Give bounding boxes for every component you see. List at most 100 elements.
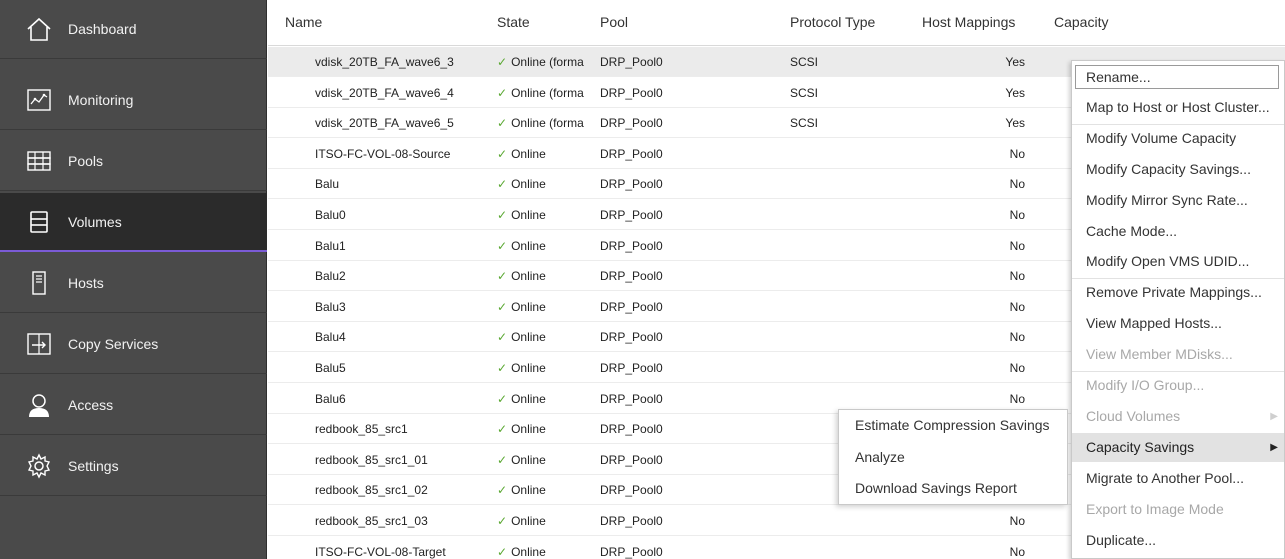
sidebar-item-hosts[interactable]: Hosts [0,254,267,313]
menu-item-view-member-mdisks: View Member MDisks... [1072,340,1284,369]
state-text: Online [511,453,546,467]
menu-item-duplicate[interactable]: Duplicate... [1072,526,1284,555]
cell-name: Balu1 [315,239,346,253]
cell-protocol-type: SCSI [790,116,819,130]
capacity-savings-submenu: Estimate Compression Savings Analyze Dow… [838,409,1068,505]
sidebar-item-settings[interactable]: Settings [0,437,267,496]
online-check-icon: ✓ [497,55,508,69]
menu-item-label: Duplicate... [1086,532,1157,548]
cell-protocol-type: SCSI [790,86,819,100]
sidebar-item-volumes[interactable]: Volumes [0,193,267,252]
cell-name: redbook_85_src1_02 [315,483,428,497]
state-text: Online [511,483,546,497]
state-text: Online [511,269,546,283]
state-text: Online (forma [511,55,584,69]
cell-name: ITSO-FC-VOL-08-Target [315,545,446,559]
cell-name: redbook_85_src1 [315,422,408,436]
menu-item-modify-volume-capacity[interactable]: Modify Volume Capacity [1072,124,1284,153]
sidebar-item-copy-services[interactable]: Copy Services [0,315,267,374]
menu-item-label: Modify Mirror Sync Rate... [1086,192,1248,208]
column-header-state[interactable]: State [497,0,530,46]
menu-item-estimate-compression-savings[interactable]: Estimate Compression Savings [839,410,1067,440]
menu-item-label: Migrate to Another Pool... [1086,470,1244,486]
column-header-host-mappings[interactable]: Host Mappings [922,0,1015,46]
online-check-icon: ✓ [497,300,508,314]
state-text: Online [511,177,546,191]
cell-name: Balu0 [315,208,346,222]
cell-host-mappings: No [1009,361,1025,375]
column-header-name[interactable]: Name [285,0,322,46]
volumes-icon [26,209,52,235]
sidebar-item-access[interactable]: Access [0,376,267,435]
state-text: Online [511,300,546,314]
sidebar-item-label: Volumes [68,213,122,230]
cell-host-mappings: No [1009,514,1025,528]
column-header-protocol-type[interactable]: Protocol Type [790,0,875,46]
menu-item-modify-open-vms-udid[interactable]: Modify Open VMS UDID... [1072,247,1284,276]
sidebar-item-monitoring[interactable]: Monitoring [0,71,267,130]
menu-item-map-to-host-or-host-cluster[interactable]: Map to Host or Host Cluster... [1072,93,1284,122]
cell-pool: DRP_Pool0 [600,55,663,69]
cell-state: ✓ Online [497,506,597,536]
menu-item-capacity-savings[interactable]: Capacity Savings ▶ [1072,433,1284,462]
cell-host-mappings: No [1009,239,1025,253]
cell-state: ✓ Online [497,139,597,169]
menu-item-rename[interactable]: Rename... [1075,65,1279,89]
cell-host-mappings: Yes [1005,55,1025,69]
menu-item-label: Remove Private Mappings... [1086,284,1262,300]
cell-state: ✓ Online [497,414,597,444]
cell-name: vdisk_20TB_FA_wave6_4 [315,86,454,100]
copy-services-icon [26,331,52,357]
menu-item-migrate-to-another-pool[interactable]: Migrate to Another Pool... [1072,464,1284,493]
menu-item-download-savings-report[interactable]: Download Savings Report [839,473,1067,503]
menu-item-analyze[interactable]: Analyze [839,442,1067,472]
state-text: Online [511,514,546,528]
cell-name: ITSO-FC-VOL-08-Source [315,147,451,161]
menu-item-cache-mode[interactable]: Cache Mode... [1072,217,1284,246]
cell-pool: DRP_Pool0 [600,545,663,559]
online-check-icon: ✓ [497,147,508,161]
cell-state: ✓ Online [497,537,597,559]
cell-name: Balu3 [315,300,346,314]
menu-item-label: Modify Capacity Savings... [1086,161,1251,177]
cell-state: ✓ Online [497,169,597,199]
cell-host-mappings: No [1009,300,1025,314]
menu-item-label: View Member MDisks... [1086,346,1233,362]
cell-pool: DRP_Pool0 [600,239,663,253]
menu-item-modify-mirror-sync-rate[interactable]: Modify Mirror Sync Rate... [1072,186,1284,215]
sidebar: Dashboard Monitoring Pools Volumes Hosts… [0,0,267,559]
column-header-pool[interactable]: Pool [600,0,628,46]
state-text: Online [511,147,546,161]
cell-host-mappings: Yes [1005,116,1025,130]
state-text: Online (forma [511,116,584,130]
online-check-icon: ✓ [497,239,508,253]
menu-item-modify-i-o-group: Modify I/O Group... [1072,371,1284,400]
online-check-icon: ✓ [497,177,508,191]
state-text: Online [511,330,546,344]
sidebar-item-label: Dashboard [68,21,137,37]
sidebar-item-label: Copy Services [68,336,159,352]
menu-item-label: Cloud Volumes [1086,408,1181,424]
cell-pool: DRP_Pool0 [600,330,663,344]
cell-state: ✓ Online [497,261,597,291]
cell-name: vdisk_20TB_FA_wave6_5 [315,116,454,130]
menu-item-modify-capacity-savings[interactable]: Modify Capacity Savings... [1072,155,1284,184]
online-check-icon: ✓ [497,116,508,130]
online-check-icon: ✓ [497,453,508,467]
cell-host-mappings: No [1009,330,1025,344]
cell-state: ✓ Online [497,231,597,261]
cell-state: ✓ Online [497,445,597,475]
column-header-capacity[interactable]: Capacity [1054,0,1108,46]
cell-host-mappings: No [1009,147,1025,161]
sidebar-item-pools[interactable]: Pools [0,132,267,191]
menu-item-view-mapped-hosts[interactable]: View Mapped Hosts... [1072,309,1284,338]
menu-item-cloud-volumes: Cloud Volumes ▶ [1072,402,1284,431]
cell-name: Balu5 [315,361,346,375]
state-text: Online (forma [511,86,584,100]
sidebar-item-dashboard[interactable]: Dashboard [0,0,267,59]
cell-pool: DRP_Pool0 [600,147,663,161]
home-icon [26,16,52,42]
state-text: Online [511,208,546,222]
menu-item-remove-private-mappings[interactable]: Remove Private Mappings... [1072,278,1284,307]
cell-state: ✓ Online [497,292,597,322]
